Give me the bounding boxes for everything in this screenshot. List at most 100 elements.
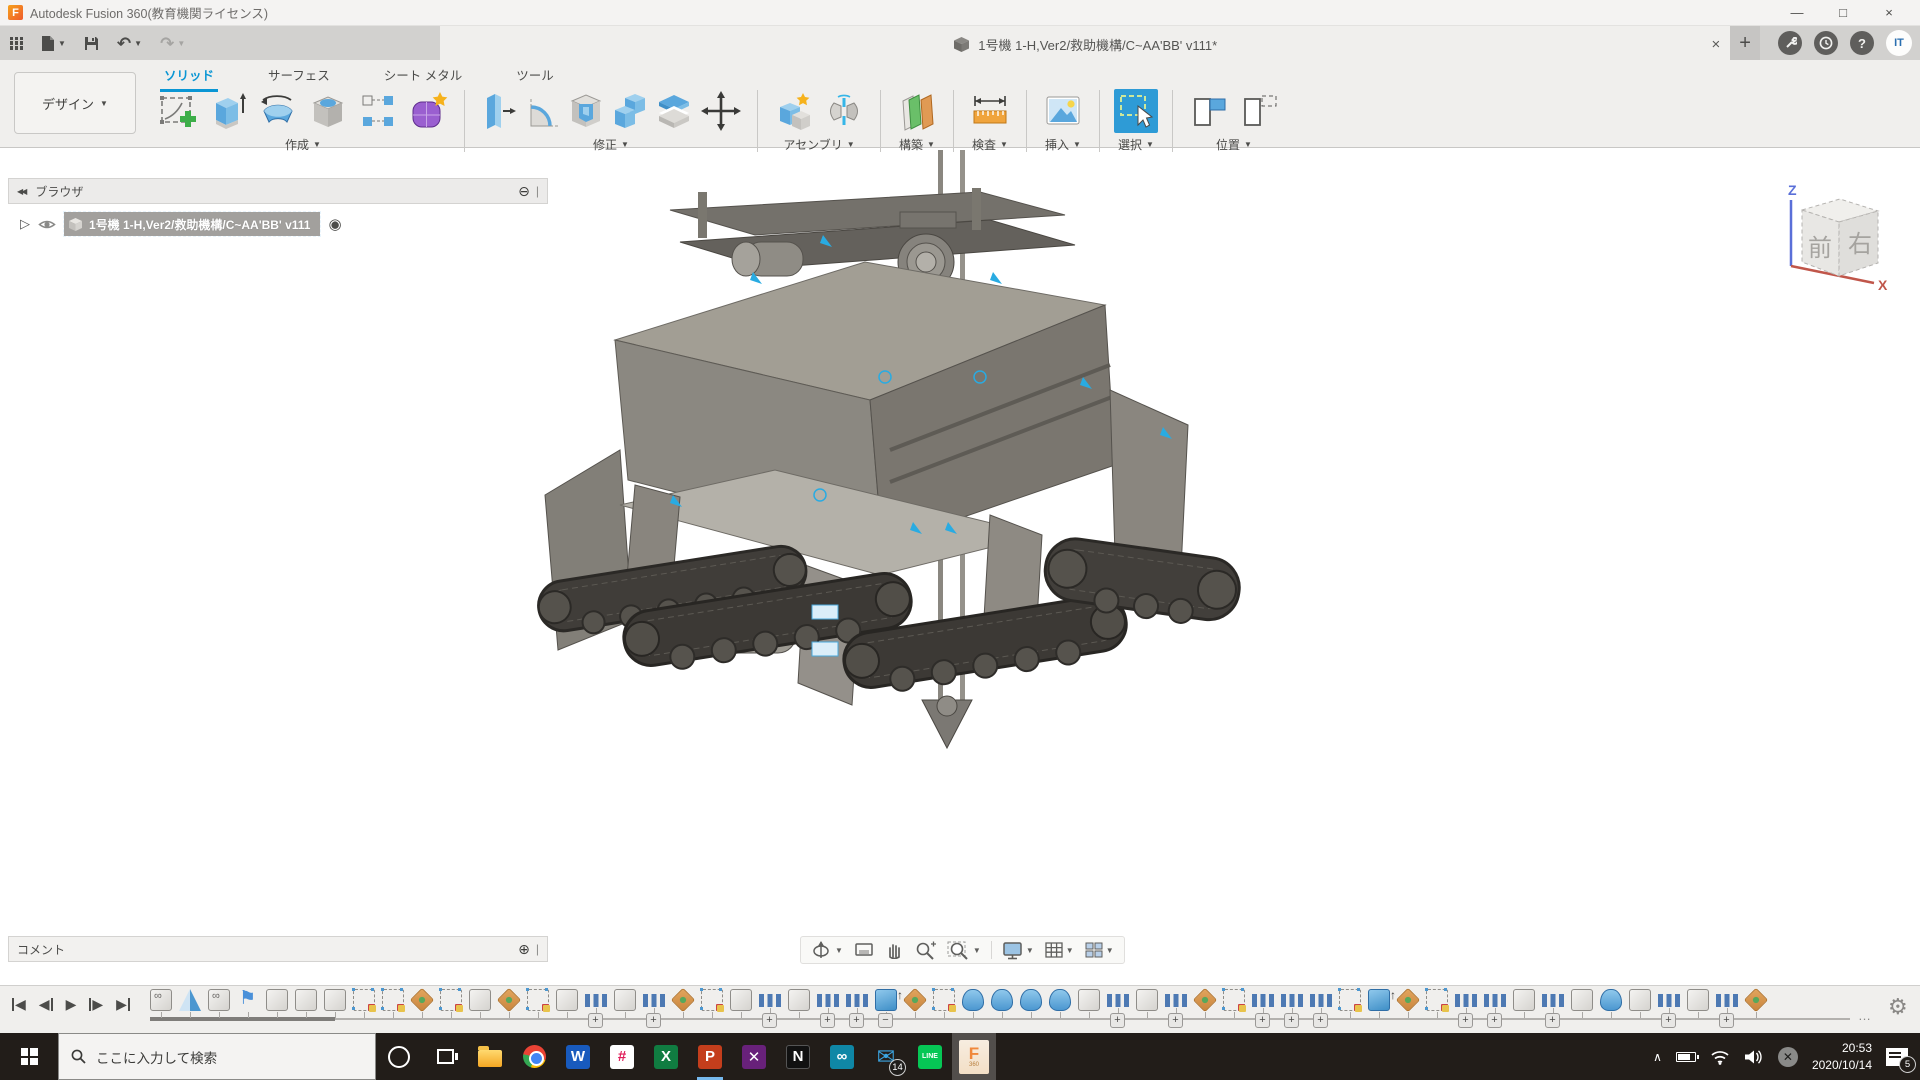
3d-model-tracked-robot[interactable]: [520, 150, 1380, 850]
browser-root-row[interactable]: ▷ 1号機 1-H,Ver2/救助機構/C~AA'BB' v111 ◉: [20, 212, 548, 236]
timeline-feature-cube[interactable]: [324, 989, 346, 1019]
timeline-group-badge[interactable]: +: [1719, 1013, 1734, 1028]
timeline-feature-plane[interactable]: [904, 989, 926, 1019]
collapse-panel-icon[interactable]: ◀◀: [17, 187, 25, 196]
taskbar-app-slack[interactable]: #: [600, 1033, 644, 1080]
timeline-feature-revolve[interactable]: [991, 989, 1013, 1019]
help-icon[interactable]: ?: [1850, 31, 1874, 55]
timeline-feature-cube[interactable]: [1629, 989, 1651, 1019]
minimize-button[interactable]: —: [1774, 0, 1820, 25]
step-back-button[interactable]: ◀: [39, 996, 53, 1013]
timeline-feature-extrude[interactable]: −: [875, 989, 897, 1019]
position-revert-button[interactable]: [1237, 89, 1281, 133]
timeline-group-badge[interactable]: +: [1458, 1013, 1473, 1028]
display-settings-icon[interactable]: ▼: [1002, 941, 1034, 960]
taskbar-search-input[interactable]: ここに入力して検索: [58, 1033, 376, 1080]
timeline-feature-revolve[interactable]: [1600, 989, 1622, 1019]
timeline-feature-cube[interactable]: [730, 989, 752, 1019]
taskbar-app-arduino[interactable]: ∞: [820, 1033, 864, 1080]
panel-minimize-icon[interactable]: ⊖: [518, 183, 530, 200]
view-cube[interactable]: Z X 前 右: [1766, 178, 1896, 298]
visibility-eye-icon[interactable]: [38, 218, 56, 231]
group-label-create[interactable]: 作成▼: [285, 136, 321, 153]
timeline-feature-sketch[interactable]: [527, 989, 549, 1019]
volume-icon[interactable]: [1744, 1049, 1764, 1065]
timeline-feature-cube[interactable]: [1571, 989, 1593, 1019]
notification-center-icon[interactable]: 5: [1886, 1048, 1908, 1066]
cortana-button[interactable]: [376, 1033, 422, 1080]
chevron-up-icon[interactable]: ∧: [1653, 1050, 1662, 1064]
group-label-construct[interactable]: 構築▼: [899, 136, 935, 153]
timeline-group-badge[interactable]: +: [1661, 1013, 1676, 1028]
group-label-assemble[interactable]: アセンブリ▼: [783, 136, 854, 153]
timeline-group-badge[interactable]: +: [1487, 1013, 1502, 1028]
undo-button[interactable]: ↶▼: [117, 35, 142, 52]
timeline-feature-cube[interactable]: [614, 989, 636, 1019]
pattern-button[interactable]: [356, 89, 400, 133]
job-status-icon[interactable]: [1778, 31, 1802, 55]
viewport-canvas[interactable]: ◀◀ ブラウザ ⊖ | ▷ 1号機 1-H,Ver2/救助機構/C~AA'BB'…: [0, 148, 1920, 985]
timeline-feature-plane[interactable]: [1745, 989, 1767, 1019]
maximize-button[interactable]: □: [1820, 0, 1866, 25]
insert-button[interactable]: [1041, 89, 1085, 133]
timeline-group-badge[interactable]: +: [646, 1013, 661, 1028]
joint-button[interactable]: [822, 89, 866, 133]
timeline-feature-sketch[interactable]: [440, 989, 462, 1019]
move-copy-button[interactable]: [699, 89, 743, 133]
timeline-group-badge[interactable]: +: [588, 1013, 603, 1028]
timeline-feature-sketch[interactable]: [1223, 989, 1245, 1019]
timeline-feature-pattern[interactable]: +: [1252, 989, 1274, 1019]
timeline-feature-pattern[interactable]: +: [585, 989, 607, 1019]
hole-button[interactable]: [306, 89, 350, 133]
timeline-feature-sketch[interactable]: [1426, 989, 1448, 1019]
timeline-feature-cube[interactable]: [469, 989, 491, 1019]
timeline-group-badge[interactable]: +: [1313, 1013, 1328, 1028]
taskbar-app-line[interactable]: LINE: [908, 1033, 952, 1080]
timeline-group-badge[interactable]: +: [1110, 1013, 1125, 1028]
measure-button[interactable]: [968, 89, 1012, 133]
timeline-feature-pattern[interactable]: +: [1658, 989, 1680, 1019]
activate-component-radio[interactable]: ◉: [328, 215, 341, 233]
group-label-modify[interactable]: 修正▼: [593, 136, 629, 153]
user-avatar[interactable]: IT: [1886, 30, 1912, 56]
timeline-group-badge[interactable]: −: [878, 1013, 893, 1028]
combine-button[interactable]: [611, 89, 649, 133]
save-button[interactable]: [84, 36, 99, 51]
redo-button[interactable]: ↷▼: [160, 35, 185, 52]
add-comment-icon[interactable]: ⊕: [518, 941, 530, 958]
group-label-inspect[interactable]: 検査▼: [972, 136, 1008, 153]
timeline-group-badge[interactable]: +: [1168, 1013, 1183, 1028]
taskbar-clock[interactable]: 20:53 2020/10/14: [1812, 1040, 1872, 1072]
grid-settings-icon[interactable]: ▼: [1044, 941, 1074, 959]
timeline-group-badge[interactable]: +: [1545, 1013, 1560, 1028]
timeline-feature-pattern[interactable]: +: [1455, 989, 1477, 1019]
panel-handle[interactable]: |: [536, 184, 539, 198]
timeline-feature-cube[interactable]: [788, 989, 810, 1019]
timeline-feature-plane[interactable]: [1397, 989, 1419, 1019]
group-label-insert[interactable]: 挿入▼: [1045, 136, 1081, 153]
timeline-feature-group[interactable]: [208, 989, 230, 1019]
shell-button[interactable]: [567, 89, 605, 133]
timeline-feature-flag[interactable]: [237, 989, 259, 1019]
timeline-feature-sketch[interactable]: [1339, 989, 1361, 1019]
timeline-overflow[interactable]: …: [1858, 1008, 1872, 1023]
select-button[interactable]: [1114, 89, 1158, 133]
group-label-select[interactable]: 選択▼: [1118, 136, 1154, 153]
start-button[interactable]: [0, 1033, 58, 1080]
workspace-selector[interactable]: デザイン▼: [14, 72, 136, 134]
timeline-feature-pattern[interactable]: +: [1716, 989, 1738, 1019]
document-tab[interactable]: 1号機 1-H,Ver2/救助機構/C~AA'BB' v111* ×: [440, 26, 1730, 60]
timeline-feature-group[interactable]: [150, 989, 172, 1019]
taskbar-app-word[interactable]: W: [556, 1033, 600, 1080]
timeline-feature-sketch[interactable]: [701, 989, 723, 1019]
revolve-button[interactable]: [256, 89, 300, 133]
zoom-icon[interactable]: [915, 941, 937, 960]
timeline-feature-cube[interactable]: [1078, 989, 1100, 1019]
timeline-feature-pattern[interactable]: +: [1165, 989, 1187, 1019]
file-menu-button[interactable]: ▼: [41, 35, 66, 52]
timeline-feature-pattern[interactable]: +: [846, 989, 868, 1019]
timeline-settings-gear-icon[interactable]: ⚙: [1888, 994, 1908, 1020]
viewports-icon[interactable]: ▼: [1084, 941, 1114, 959]
taskbar-app-notion[interactable]: N: [776, 1033, 820, 1080]
timeline-feature-plane[interactable]: [672, 989, 694, 1019]
